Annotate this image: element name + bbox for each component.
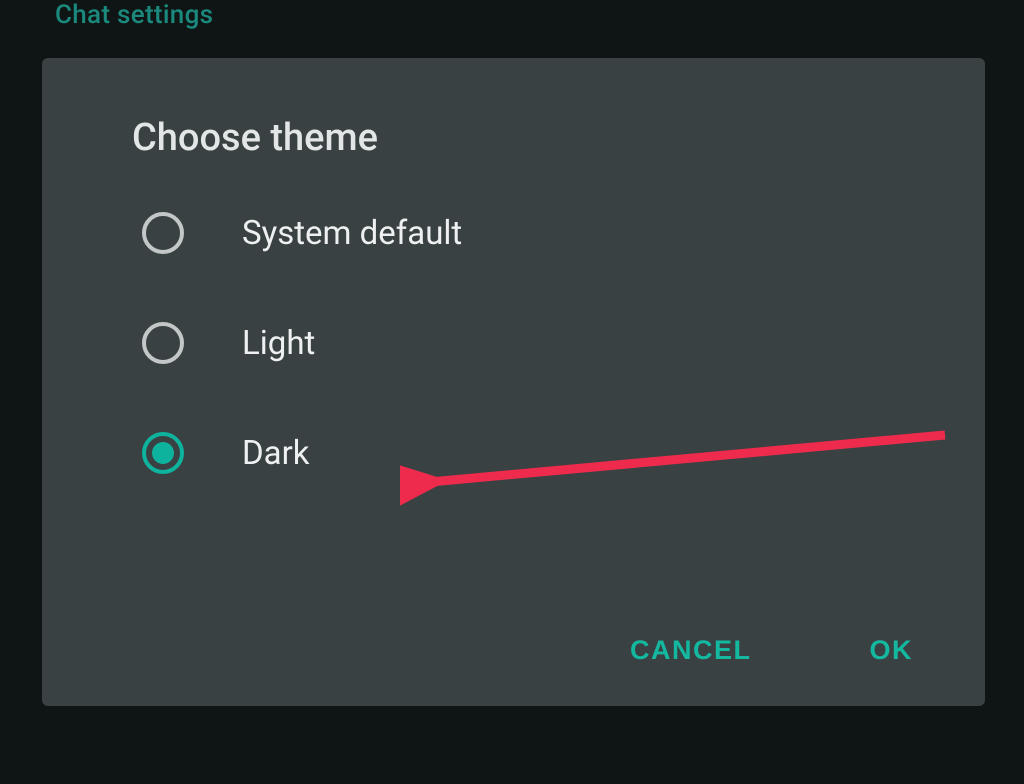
dialog-actions: CANCEL OK — [616, 625, 927, 676]
radio-option-dark[interactable]: Dark — [142, 432, 985, 474]
radio-option-light[interactable]: Light — [142, 322, 985, 364]
cancel-button[interactable]: CANCEL — [616, 625, 766, 676]
radio-label: System default — [242, 214, 462, 253]
ok-button[interactable]: OK — [856, 625, 928, 676]
radio-icon — [142, 322, 184, 364]
radio-option-system-default[interactable]: System default — [142, 212, 985, 254]
radio-label: Light — [242, 324, 315, 363]
radio-label: Dark — [242, 434, 310, 473]
radio-icon — [142, 212, 184, 254]
radio-icon-selected — [142, 432, 184, 474]
theme-dialog: Choose theme System default Light Dark C… — [42, 58, 985, 706]
radio-inner-dot — [152, 442, 174, 464]
dialog-title: Choose theme — [132, 116, 985, 160]
page-header-title: Chat settings — [55, 0, 213, 30]
